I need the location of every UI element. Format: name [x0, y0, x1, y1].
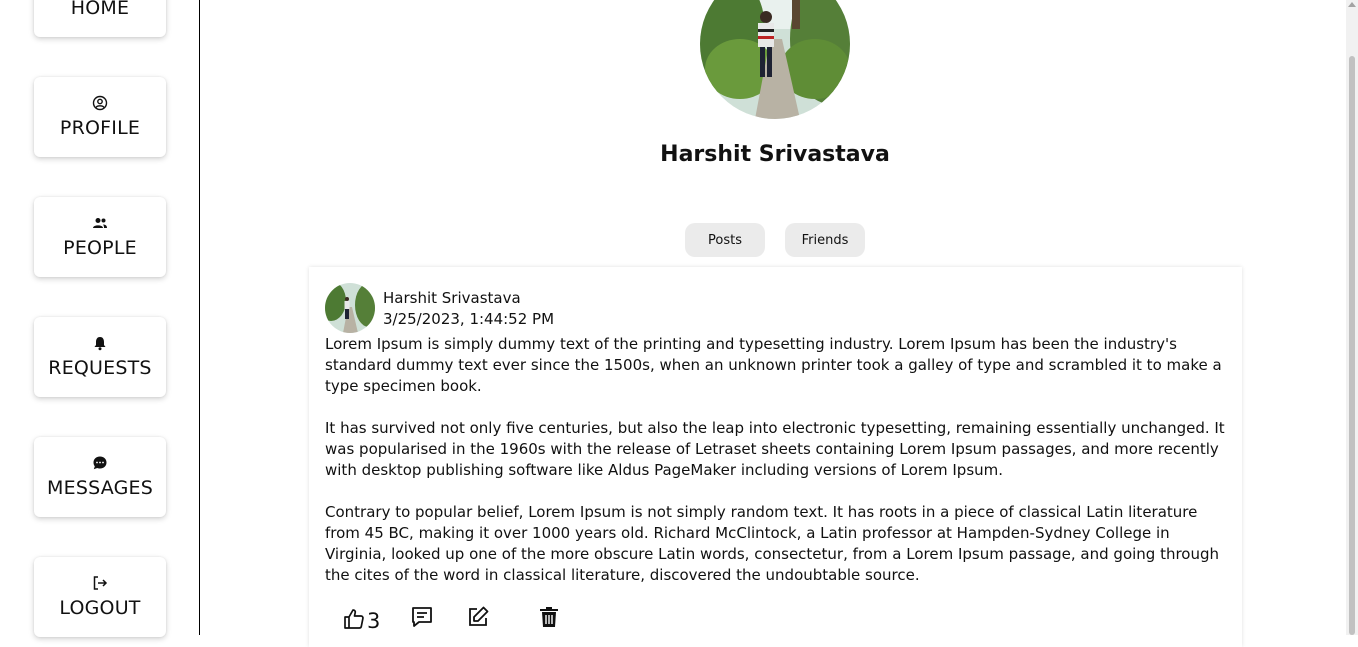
nav-requests-button[interactable]: REQUESTS: [34, 317, 166, 397]
nav-profile-label: PROFILE: [59, 117, 141, 139]
user-circle-icon: [92, 95, 108, 111]
comment-icon: [412, 607, 432, 627]
people-icon: [93, 218, 107, 228]
post-author-name[interactable]: Harshit Srivastava: [383, 289, 521, 307]
nav-people-label: PEOPLE: [63, 237, 137, 259]
nav-logout-button[interactable]: LOGOUT: [34, 557, 166, 637]
nav-home-button[interactable]: HOME: [34, 0, 166, 37]
comment-button[interactable]: [410, 605, 434, 629]
nav-home-label: HOME: [70, 0, 130, 19]
profile-avatar: [700, 0, 850, 119]
nav-people-button[interactable]: PEOPLE: [34, 197, 166, 277]
scrollbar-thumb[interactable]: [1349, 56, 1355, 635]
nav-messages-button[interactable]: MESSAGES: [34, 437, 166, 517]
post-paragraph: Contrary to popular belief, Lorem Ipsum …: [325, 503, 1220, 584]
sidebar: HOME PROFILE PEOPLE REQUESTS MESSAGES LO…: [0, 0, 200, 637]
logout-icon: [93, 576, 108, 590]
post-author-avatar: [325, 283, 375, 333]
main-content: Harshit Srivastava Posts Friends Harshit…: [201, 0, 1346, 647]
profile-name: Harshit Srivastava: [660, 142, 890, 167]
post-card: Harshit Srivastava 3/25/2023, 1:44:52 PM…: [309, 267, 1242, 647]
delete-button[interactable]: [537, 605, 561, 629]
trash-icon: [540, 607, 558, 627]
edit-button[interactable]: [466, 605, 490, 629]
chat-bubble-icon: [93, 456, 107, 470]
scroll-up-arrow-icon[interactable]: [1348, 2, 1356, 7]
nav-messages-label: MESSAGES: [47, 477, 153, 499]
post-body: Lorem Ipsum is simply dummy text of the …: [325, 334, 1230, 607]
nav-requests-label: REQUESTS: [48, 357, 152, 379]
post-timestamp: 3/25/2023, 1:44:52 PM: [383, 310, 555, 328]
thumbs-up-icon: [344, 609, 364, 629]
tab-posts[interactable]: Posts: [685, 223, 765, 257]
nav-logout-label: LOGOUT: [59, 597, 141, 619]
page-scrollbar[interactable]: [1346, 0, 1358, 635]
nav-profile-button[interactable]: PROFILE: [34, 77, 166, 157]
tab-friends[interactable]: Friends: [785, 223, 865, 257]
bell-icon: [94, 337, 106, 351]
edit-icon: [469, 606, 489, 626]
post-paragraph: Lorem Ipsum is simply dummy text of the …: [325, 335, 1222, 395]
post-actions: 3: [309, 603, 609, 633]
like-count: 3: [367, 609, 381, 633]
like-button[interactable]: 3: [342, 605, 380, 633]
post-paragraph: It has survived not only five centuries,…: [325, 419, 1225, 479]
